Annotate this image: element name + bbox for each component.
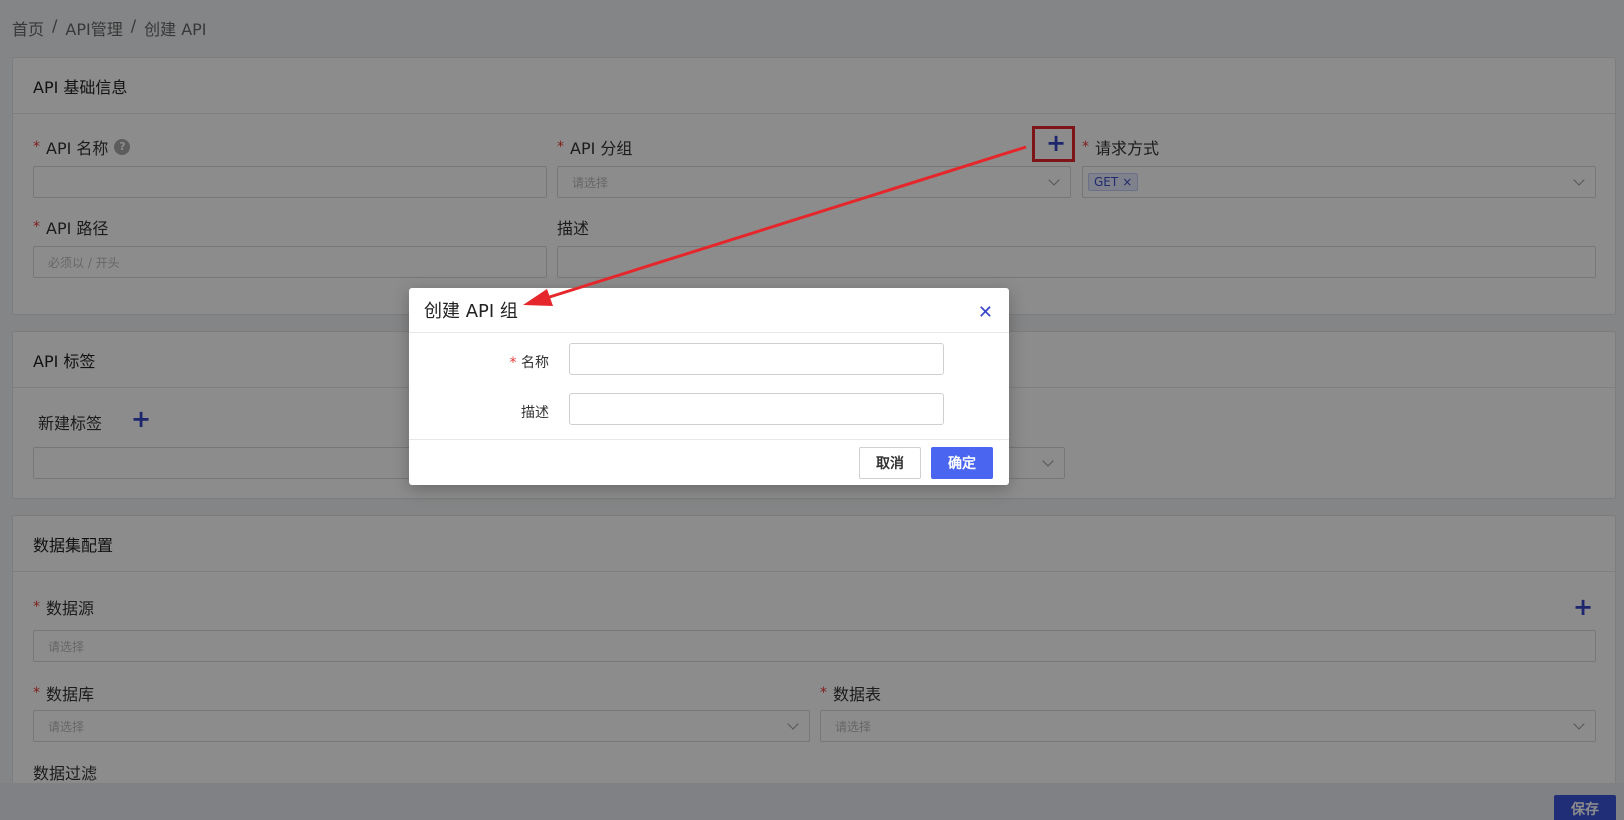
modal-header: 创建 API 组 ✕ xyxy=(409,288,1009,333)
required-mark: * xyxy=(509,355,521,371)
cancel-button[interactable]: 取消 xyxy=(859,447,921,479)
modal-title: 创建 API 组 xyxy=(424,301,518,322)
group-name-input[interactable] xyxy=(569,343,944,375)
confirm-button[interactable]: 确定 xyxy=(931,447,993,479)
create-api-group-modal: 创建 API 组 ✕ * 名称 描述 取消 确定 xyxy=(409,288,1009,485)
modal-name-label-text: 名称 xyxy=(521,355,549,371)
modal-description-label-text: 描述 xyxy=(521,405,549,421)
modal-footer: 取消 确定 xyxy=(409,439,1009,485)
group-description-input[interactable] xyxy=(569,393,944,425)
modal-name-label: * 名称 xyxy=(409,352,549,372)
close-icon[interactable]: ✕ xyxy=(978,304,993,322)
modal-description-label: 描述 xyxy=(409,402,549,422)
